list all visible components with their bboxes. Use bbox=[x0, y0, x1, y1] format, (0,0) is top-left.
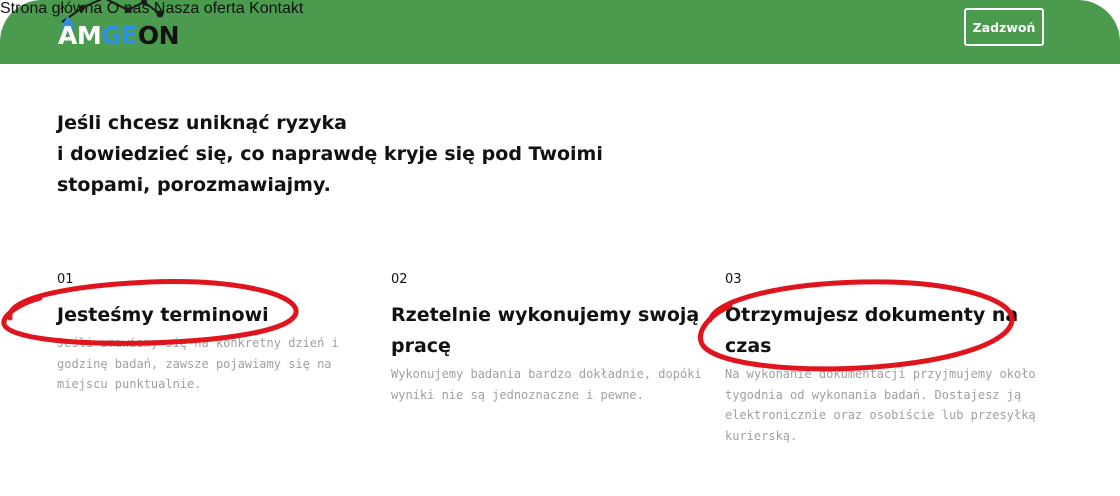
feature-description: Jeśli umawiamy się na konkretny dzień i … bbox=[57, 333, 357, 395]
feature-title: Rzetelnie wykonujemy swoją pracę bbox=[391, 300, 700, 362]
header-bar: AMGEON Strona główna O nas Nasza oferta … bbox=[0, 0, 1120, 64]
logo[interactable]: AMGEON bbox=[56, 0, 196, 56]
feature-title-line: Jesteśmy terminowi bbox=[57, 304, 269, 326]
feature-desc-line: elektronicznie oraz osobiście lub przesy… bbox=[725, 408, 1036, 422]
feature-desc-line: Jeśli umawiamy się na konkretny dzień i bbox=[57, 336, 339, 350]
feature-description: Na wykonanie dokumentacji przyjmujemy ok… bbox=[725, 364, 1036, 446]
feature-desc-line: tygodnia od wykonania badań. Dostajesz j… bbox=[725, 387, 1022, 402]
feature-desc-line: godzinę badań, zawsze pojawiamy się na bbox=[57, 356, 332, 371]
feature-title-line: Rzetelnie wykonujemy swoją bbox=[391, 304, 700, 326]
feature-title: Otrzymujesz dokumenty na czas bbox=[725, 300, 1025, 362]
feature-title-line: pracę bbox=[391, 335, 451, 357]
headline-line: stopami, porozmawiajmy. bbox=[57, 174, 331, 196]
feature-description: Wykonujemy badania bardzo dokładnie, dop… bbox=[391, 364, 702, 405]
feature-desc-line: Na wykonanie dokumentacji przyjmujemy ok… bbox=[725, 367, 1036, 381]
feature-desc-line: Wykonujemy badania bardzo dokładnie, dop… bbox=[391, 367, 702, 381]
feature-desc-line: wyniki nie są jednoznaczne i pewne. bbox=[391, 387, 644, 402]
feature-number: 01 bbox=[57, 272, 74, 287]
feature-03: 03 Otrzymujesz dokumenty na czas Na wyko… bbox=[725, 272, 1036, 446]
feature-number: 03 bbox=[725, 272, 742, 287]
feature-number: 02 bbox=[391, 272, 408, 287]
logo-wordmark: AMGEON bbox=[58, 21, 180, 50]
feature-title-line: czas bbox=[725, 335, 772, 357]
feature-desc-line: kurierską. bbox=[725, 428, 798, 443]
headline-line: Jeśli chcesz uniknąć ryzyka bbox=[57, 112, 347, 134]
headline-line: i dowiedzieć się, co naprawdę kryje się … bbox=[57, 143, 603, 165]
feature-01: 01 Jesteśmy terminowi Jeśli umawiamy się… bbox=[57, 272, 357, 395]
nav-link-contact[interactable]: Kontakt bbox=[249, 0, 303, 17]
call-button[interactable]: Zadzwoń bbox=[964, 8, 1044, 46]
feature-desc-line: miejscu punktualnie. bbox=[57, 377, 202, 391]
page-headline: Jeśli chcesz uniknąć ryzyka i dowiedzieć… bbox=[57, 108, 603, 201]
feature-title: Jesteśmy terminowi bbox=[57, 300, 357, 331]
feature-02: 02 Rzetelnie wykonujemy swoją pracę Wyko… bbox=[391, 272, 702, 405]
feature-title-line: Otrzymujesz dokumenty na bbox=[725, 304, 1019, 326]
